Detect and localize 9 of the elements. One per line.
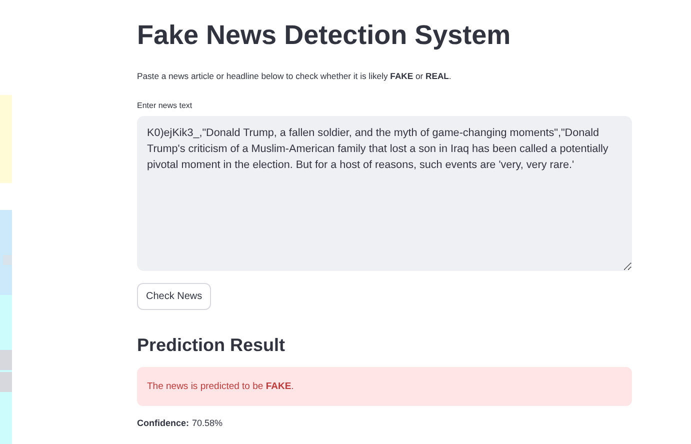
section-heading: Prediction Result bbox=[137, 334, 286, 356]
confidence-value: 70.58% bbox=[192, 418, 223, 428]
confidence-label: Confidence: bbox=[137, 418, 190, 428]
field-label: Enter news text bbox=[137, 100, 192, 111]
result-alert: The news is predicted to be FAKE. bbox=[137, 367, 632, 406]
news-text-field[interactable]: K0)ejKik3_,"Donald Trump, a fallen soldier, and the myth of game-changing moments","Donald Trump's criticism of a Muslim-American family that lost a son in Iraq has been called a potentially pivotal moment in the election. But for a host of reasons, such events are 'very, very rare.' bbox=[137, 116, 632, 271]
check-news-button[interactable]: Check News bbox=[137, 283, 212, 310]
intro-text: Paste a news article or headline below to check whether it is likely FAKE or REAL. bbox=[137, 70, 452, 82]
page-title: Fake News Detection System bbox=[137, 19, 511, 52]
